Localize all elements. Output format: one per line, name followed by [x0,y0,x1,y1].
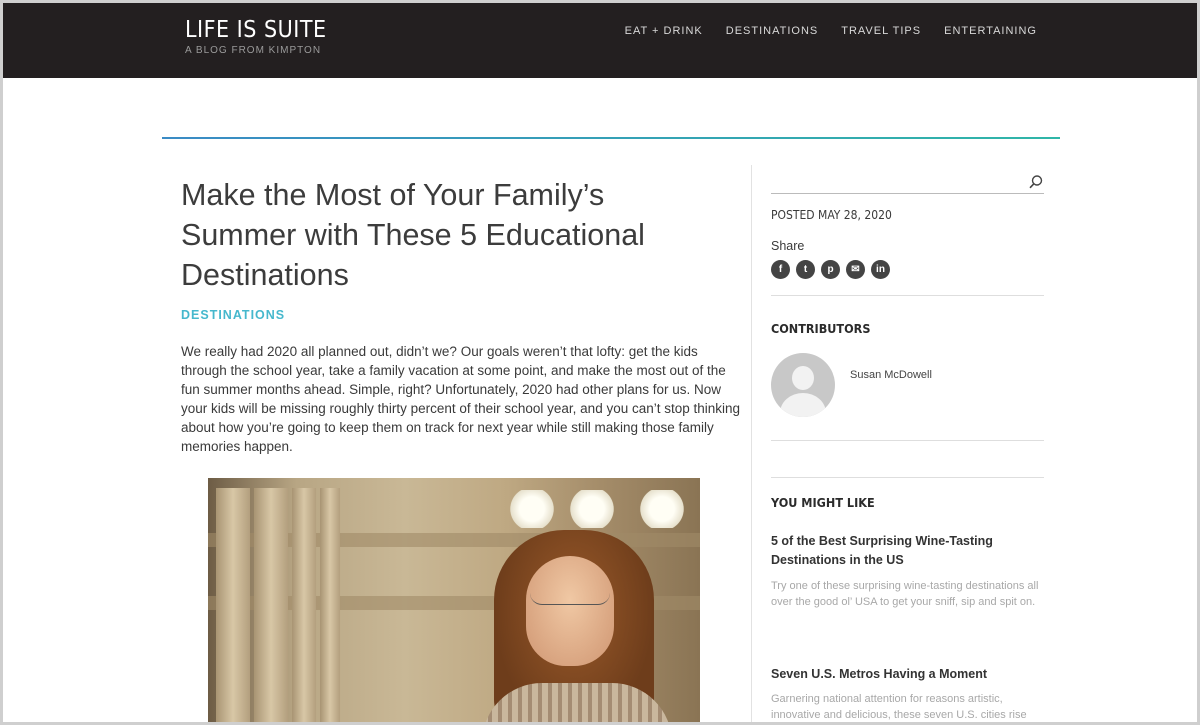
article-hero-image [208,478,700,725]
ceiling-light [638,490,686,528]
contributors-heading: CONTRIBUTORS [771,321,871,336]
nav-entertaining[interactable]: ENTERTAINING [944,25,1037,37]
column [320,488,340,725]
ceiling-light [508,490,556,528]
divider [771,477,1044,478]
twitter-icon[interactable]: t [796,260,815,279]
article-category-link[interactable]: DESTINATIONS [181,308,285,322]
ceiling-light [568,490,616,528]
person-face [526,556,614,666]
pinterest-icon[interactable]: p [821,260,840,279]
person-glasses [530,590,610,605]
share-buttons: f t p ✉ in [771,260,890,279]
search-bar [771,171,1044,194]
column-divider [751,165,752,725]
search-icon[interactable] [1028,174,1044,190]
share-label: Share [771,239,805,253]
main-nav: EAT + DRINK DESTINATIONS TRAVEL TIPS ENT… [625,25,1037,37]
related-article-title[interactable]: Seven U.S. Metros Having a Moment [771,665,1041,684]
related-article-desc: Garnering national attention for reasons… [771,693,1027,721]
search-input[interactable] [771,171,1015,193]
nav-eat-drink[interactable]: EAT + DRINK [625,25,703,37]
accent-divider [162,137,1060,139]
column [216,488,250,725]
site-header: LIFE IS SUITE A BLOG FROM KIMPTON EAT + … [3,3,1197,78]
nav-travel-tips[interactable]: TRAVEL TIPS [841,25,921,37]
divider [771,295,1044,296]
linkedin-icon[interactable]: in [871,260,890,279]
nav-destinations[interactable]: DESTINATIONS [726,25,818,37]
posted-date: POSTED MAY 28, 2020 [771,208,892,222]
related-article-desc: Try one of these surprising wine-tasting… [771,580,1039,608]
you-might-like-heading: YOU MIGHT LIKE [771,495,875,510]
article-title: Make the Most of Your Family’s Summer wi… [181,178,645,292]
divider [771,440,1044,441]
avatar[interactable] [771,353,835,417]
facebook-icon[interactable]: f [771,260,790,279]
related-article-title[interactable]: 5 of the Best Surprising Wine-Tasting De… [771,532,1041,570]
column [254,488,288,725]
site-tagline: A BLOG FROM KIMPTON [185,45,322,56]
email-icon[interactable]: ✉ [846,260,865,279]
contributor-name[interactable]: Susan McDowell [850,369,932,381]
column [292,488,316,725]
site-logo[interactable]: LIFE IS SUITE [185,17,327,43]
article-intro: We really had 2020 all planned out, didn… [181,344,741,454]
